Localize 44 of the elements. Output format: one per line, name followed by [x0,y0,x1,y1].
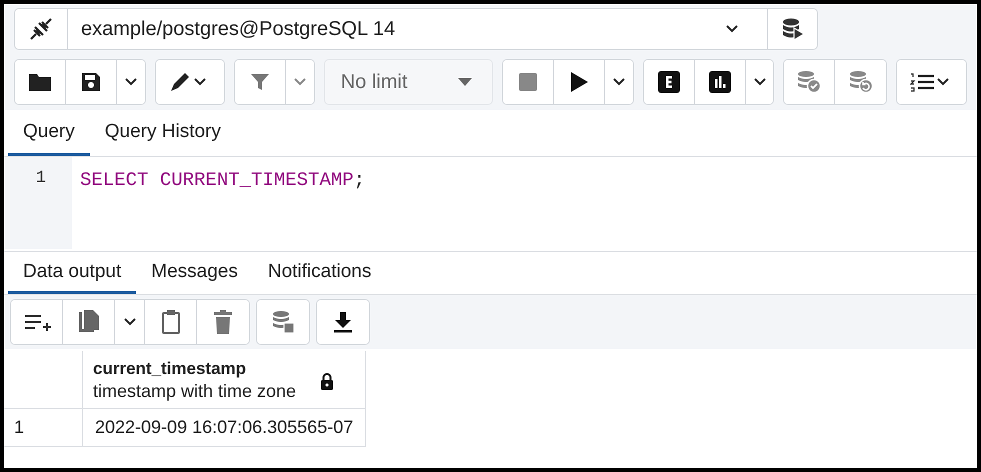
explain-icon [658,71,680,93]
chevron-down-icon [124,77,138,87]
play-icon [570,72,588,92]
row-number: 1 [4,408,82,446]
line-number: 1 [36,169,46,188]
table-cell: 2022-09-09 16:07:06.305565-07 [82,408,366,446]
connection-label: example/postgres@PostgreSQL 14 [80,18,396,40]
open-file-button[interactable] [15,60,66,104]
caret-down-icon [458,78,472,86]
download-icon [333,311,353,333]
stop-icon [519,73,538,91]
filter-icon [250,72,270,92]
database-icon [780,17,804,41]
chevron-down-icon [752,77,767,87]
query-tab[interactable]: Query History [90,110,236,156]
connection-selector[interactable]: example/postgres@PostgreSQL 14 [14,8,768,50]
database-check-icon [796,70,822,94]
chevron-down-icon [292,77,307,87]
sql-punctuation: ; [354,169,366,191]
chevron-down-icon [612,77,626,87]
sql-keyword: CURRENT_TIMESTAMP [160,169,354,191]
bar-chart-icon [708,71,731,93]
explain-button[interactable] [644,60,695,104]
trash-icon [214,310,232,334]
limit-dropdown[interactable]: No limit [324,59,494,105]
column-name: current_timestamp [93,359,248,379]
chevron-down-icon [122,317,136,327]
clipboard-icon [160,309,180,335]
output-tab[interactable]: Notifications [252,252,386,294]
copy-icon [78,309,100,335]
chevron-down-icon [725,24,739,34]
commit-button[interactable] [784,60,836,104]
column-type: timestamp with time zone [93,381,296,402]
filter-button[interactable] [235,60,286,104]
add-row-icon [22,312,50,332]
plug-icon [28,16,54,42]
database-undo-icon [848,70,874,94]
save-icon [81,72,102,92]
sql-keyword: SELECT [80,169,148,191]
output-tab[interactable]: Messages [136,252,253,294]
add-row-button[interactable] [11,300,63,344]
folder-icon [28,72,52,92]
database-save-icon [271,310,295,334]
database-run-button[interactable] [768,8,818,50]
